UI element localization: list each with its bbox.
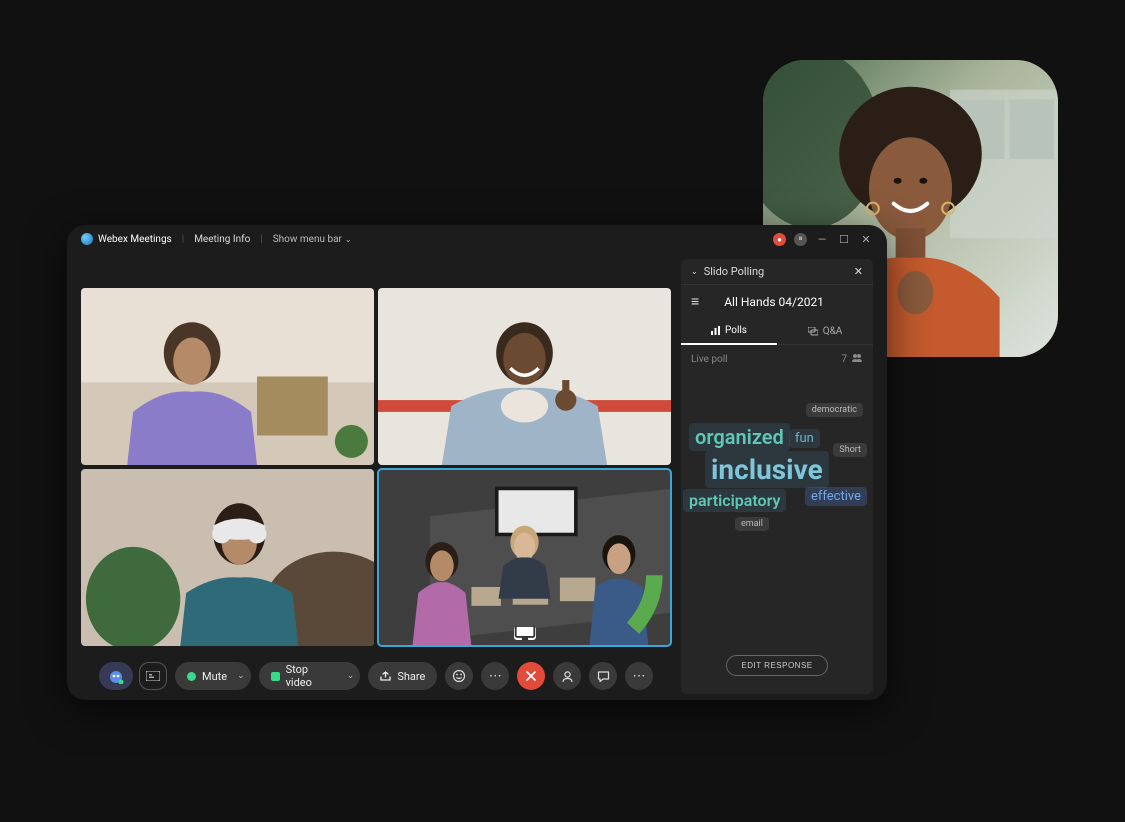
more-options-button[interactable]: ⋯ — [481, 662, 509, 690]
chevron-down-icon[interactable]: ⌄ — [347, 671, 355, 681]
hamburger-icon[interactable]: ≡ — [691, 293, 699, 310]
word-cloud: democratic organized fun Short inclusive… — [681, 373, 873, 641]
qa-label: Q&A — [823, 326, 843, 337]
record-indicator-icon[interactable]: ● — [773, 233, 786, 246]
bar-chart-icon — [711, 326, 720, 335]
separator: | — [260, 234, 262, 245]
word-inclusive: inclusive — [705, 451, 829, 488]
chat-icon — [597, 670, 610, 683]
close-button[interactable]: ✕ — [859, 232, 873, 246]
participant-tile-active[interactable] — [378, 469, 671, 646]
event-name: All Hands 04/2021 — [709, 295, 839, 309]
tab-polls[interactable]: Polls — [681, 318, 777, 345]
smile-icon — [452, 669, 466, 683]
participant-tile[interactable] — [378, 288, 671, 465]
close-panel-button[interactable]: ✕ — [854, 265, 863, 278]
word-organized: organized — [689, 423, 790, 451]
tab-qa[interactable]: Q&A — [777, 318, 873, 345]
stop-video-label: Stop video — [286, 663, 337, 689]
edit-response-button[interactable]: EDIT RESPONSE — [726, 655, 827, 676]
pause-icon[interactable]: ⏸ — [794, 233, 807, 246]
word-fun: fun — [789, 429, 820, 448]
separator: | — [182, 234, 184, 245]
end-call-button[interactable] — [517, 662, 545, 690]
qa-icon — [808, 327, 818, 336]
ellipsis-icon: ⋯ — [633, 669, 646, 684]
share-label: Share — [397, 670, 425, 683]
word-effective: effective — [805, 487, 867, 506]
word-short: Short — [833, 443, 867, 457]
webex-logo-icon — [81, 233, 93, 245]
participant-count: 7 — [841, 354, 847, 365]
mute-label: Mute — [202, 670, 227, 683]
participant-tile[interactable] — [81, 288, 374, 465]
person-icon — [561, 670, 574, 683]
chat-button[interactable] — [589, 662, 617, 690]
word-democratic: democratic — [806, 403, 863, 417]
participants-button[interactable] — [553, 662, 581, 690]
menu-bar-label: Show menu bar — [273, 234, 342, 245]
panel-tabs: Polls Q&A — [681, 318, 873, 345]
mute-button[interactable]: Mute ⌄ — [175, 662, 251, 690]
title-bar: Webex Meetings | Meeting Info | Show men… — [67, 225, 887, 253]
live-poll-label: Live poll — [691, 354, 841, 365]
share-button[interactable]: Share — [368, 662, 437, 690]
panel-title: Slido Polling — [704, 265, 848, 278]
reactions-button[interactable] — [445, 662, 473, 690]
app-name: Webex Meetings — [98, 234, 172, 245]
word-email: email — [735, 517, 769, 531]
video-grid — [81, 253, 671, 652]
panel-options-button[interactable]: ⋯ — [625, 662, 653, 690]
captions-button[interactable] — [139, 662, 167, 690]
close-icon — [525, 670, 537, 682]
microphone-icon — [187, 672, 196, 681]
app-brand: Webex Meetings — [81, 233, 172, 245]
share-icon — [380, 671, 391, 682]
meeting-window: Webex Meetings | Meeting Info | Show men… — [67, 225, 887, 700]
camera-icon — [271, 672, 280, 681]
maximize-button[interactable]: ☐ — [837, 232, 851, 246]
chevron-down-icon[interactable]: ⌄ — [237, 671, 245, 681]
slido-panel: ⌄ Slido Polling ✕ ≡ All Hands 04/2021 Po… — [681, 259, 873, 694]
stop-video-button[interactable]: Stop video ⌄ — [259, 662, 361, 690]
meeting-info-link[interactable]: Meeting Info — [194, 234, 250, 245]
people-icon — [851, 353, 863, 365]
control-bar: Mute ⌄ Stop video ⌄ Share ⋯ — [81, 652, 671, 700]
window-controls: ● ⏸ — ☐ ✕ — [773, 232, 873, 246]
chevron-down-icon[interactable]: ⌄ — [691, 267, 698, 276]
minimize-button[interactable]: — — [815, 232, 829, 246]
screen-share-icon — [514, 626, 536, 640]
ellipsis-icon: ⋯ — [489, 669, 502, 684]
chevron-down-icon: ⌄ — [345, 235, 352, 244]
show-menu-bar-toggle[interactable]: Show menu bar ⌄ — [273, 234, 352, 245]
word-participatory: participatory — [683, 489, 786, 512]
participant-tile[interactable] — [81, 469, 374, 646]
polls-label: Polls — [725, 325, 747, 336]
assistant-button[interactable] — [99, 662, 133, 690]
